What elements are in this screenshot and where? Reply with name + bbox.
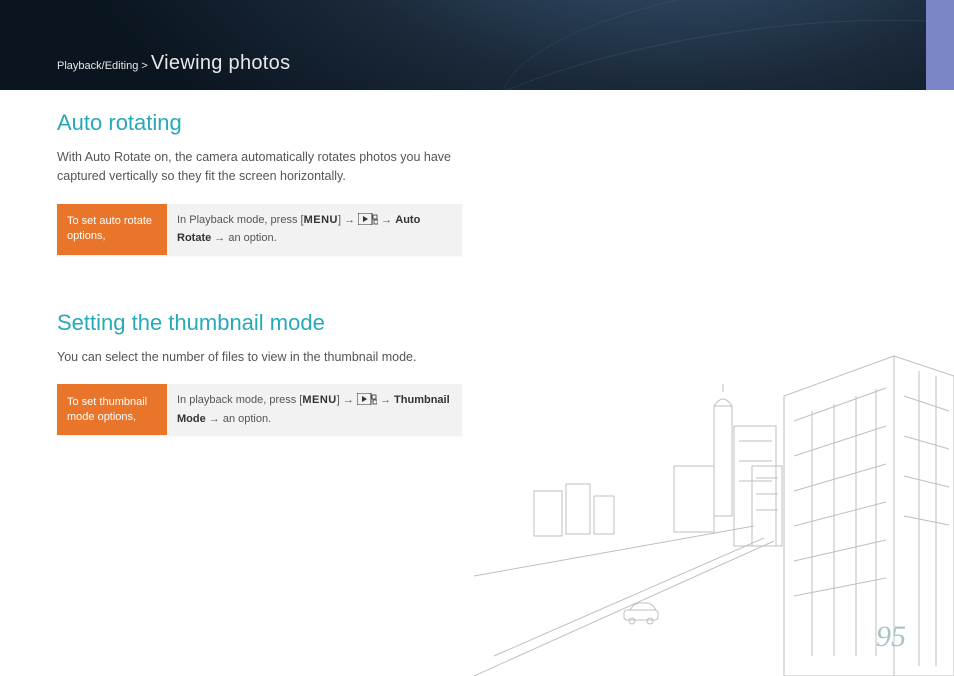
main-content: Auto rotating With Auto Rotate on, the c… <box>57 110 487 435</box>
breadcrumb-separator: > <box>141 60 147 72</box>
text: In Playback mode, press [ <box>177 214 304 226</box>
instruction-steps-auto-rotate: In Playback mode, press [MENU] → → Auto … <box>167 204 462 255</box>
text: ] → <box>338 214 358 226</box>
menu-button-label: MENU <box>302 394 336 406</box>
instruction-row-thumbnail: To set thumbnail mode options, In playba… <box>57 384 462 435</box>
text: → an option. <box>211 232 276 244</box>
instruction-label-thumbnail: To set thumbnail mode options, <box>57 384 167 435</box>
text: ] → <box>337 394 357 406</box>
text: → an option. <box>206 413 271 425</box>
breadcrumb-category: Playback/Editing <box>57 60 138 72</box>
text: → <box>377 394 394 406</box>
breadcrumb: Playback/Editing > Viewing photos <box>57 52 290 75</box>
text: In playback mode, press [ <box>177 394 302 406</box>
instruction-row-auto-rotate: To set auto rotate options, In Playback … <box>57 204 462 255</box>
instruction-label-auto-rotate: To set auto rotate options, <box>57 204 167 255</box>
heading-auto-rotating: Auto rotating <box>57 110 487 136</box>
header-accent-tab <box>926 0 954 90</box>
heading-thumbnail-mode: Setting the thumbnail mode <box>57 310 487 336</box>
text: → <box>378 214 395 226</box>
description-thumbnail-mode: You can select the number of files to vi… <box>57 348 487 367</box>
instruction-steps-thumbnail: In playback mode, press [MENU] → → Thumb… <box>167 384 462 435</box>
playback-icon <box>358 213 378 231</box>
breadcrumb-section: Viewing photos <box>151 52 290 74</box>
page-number: 95 <box>876 620 906 654</box>
section-auto-rotating: Auto rotating With Auto Rotate on, the c… <box>57 110 487 255</box>
menu-button-label: MENU <box>304 214 338 226</box>
header-band <box>0 0 954 90</box>
section-thumbnail-mode: Setting the thumbnail mode You can selec… <box>57 310 487 436</box>
playback-icon <box>357 393 377 411</box>
description-auto-rotating: With Auto Rotate on, the camera automati… <box>57 148 487 186</box>
